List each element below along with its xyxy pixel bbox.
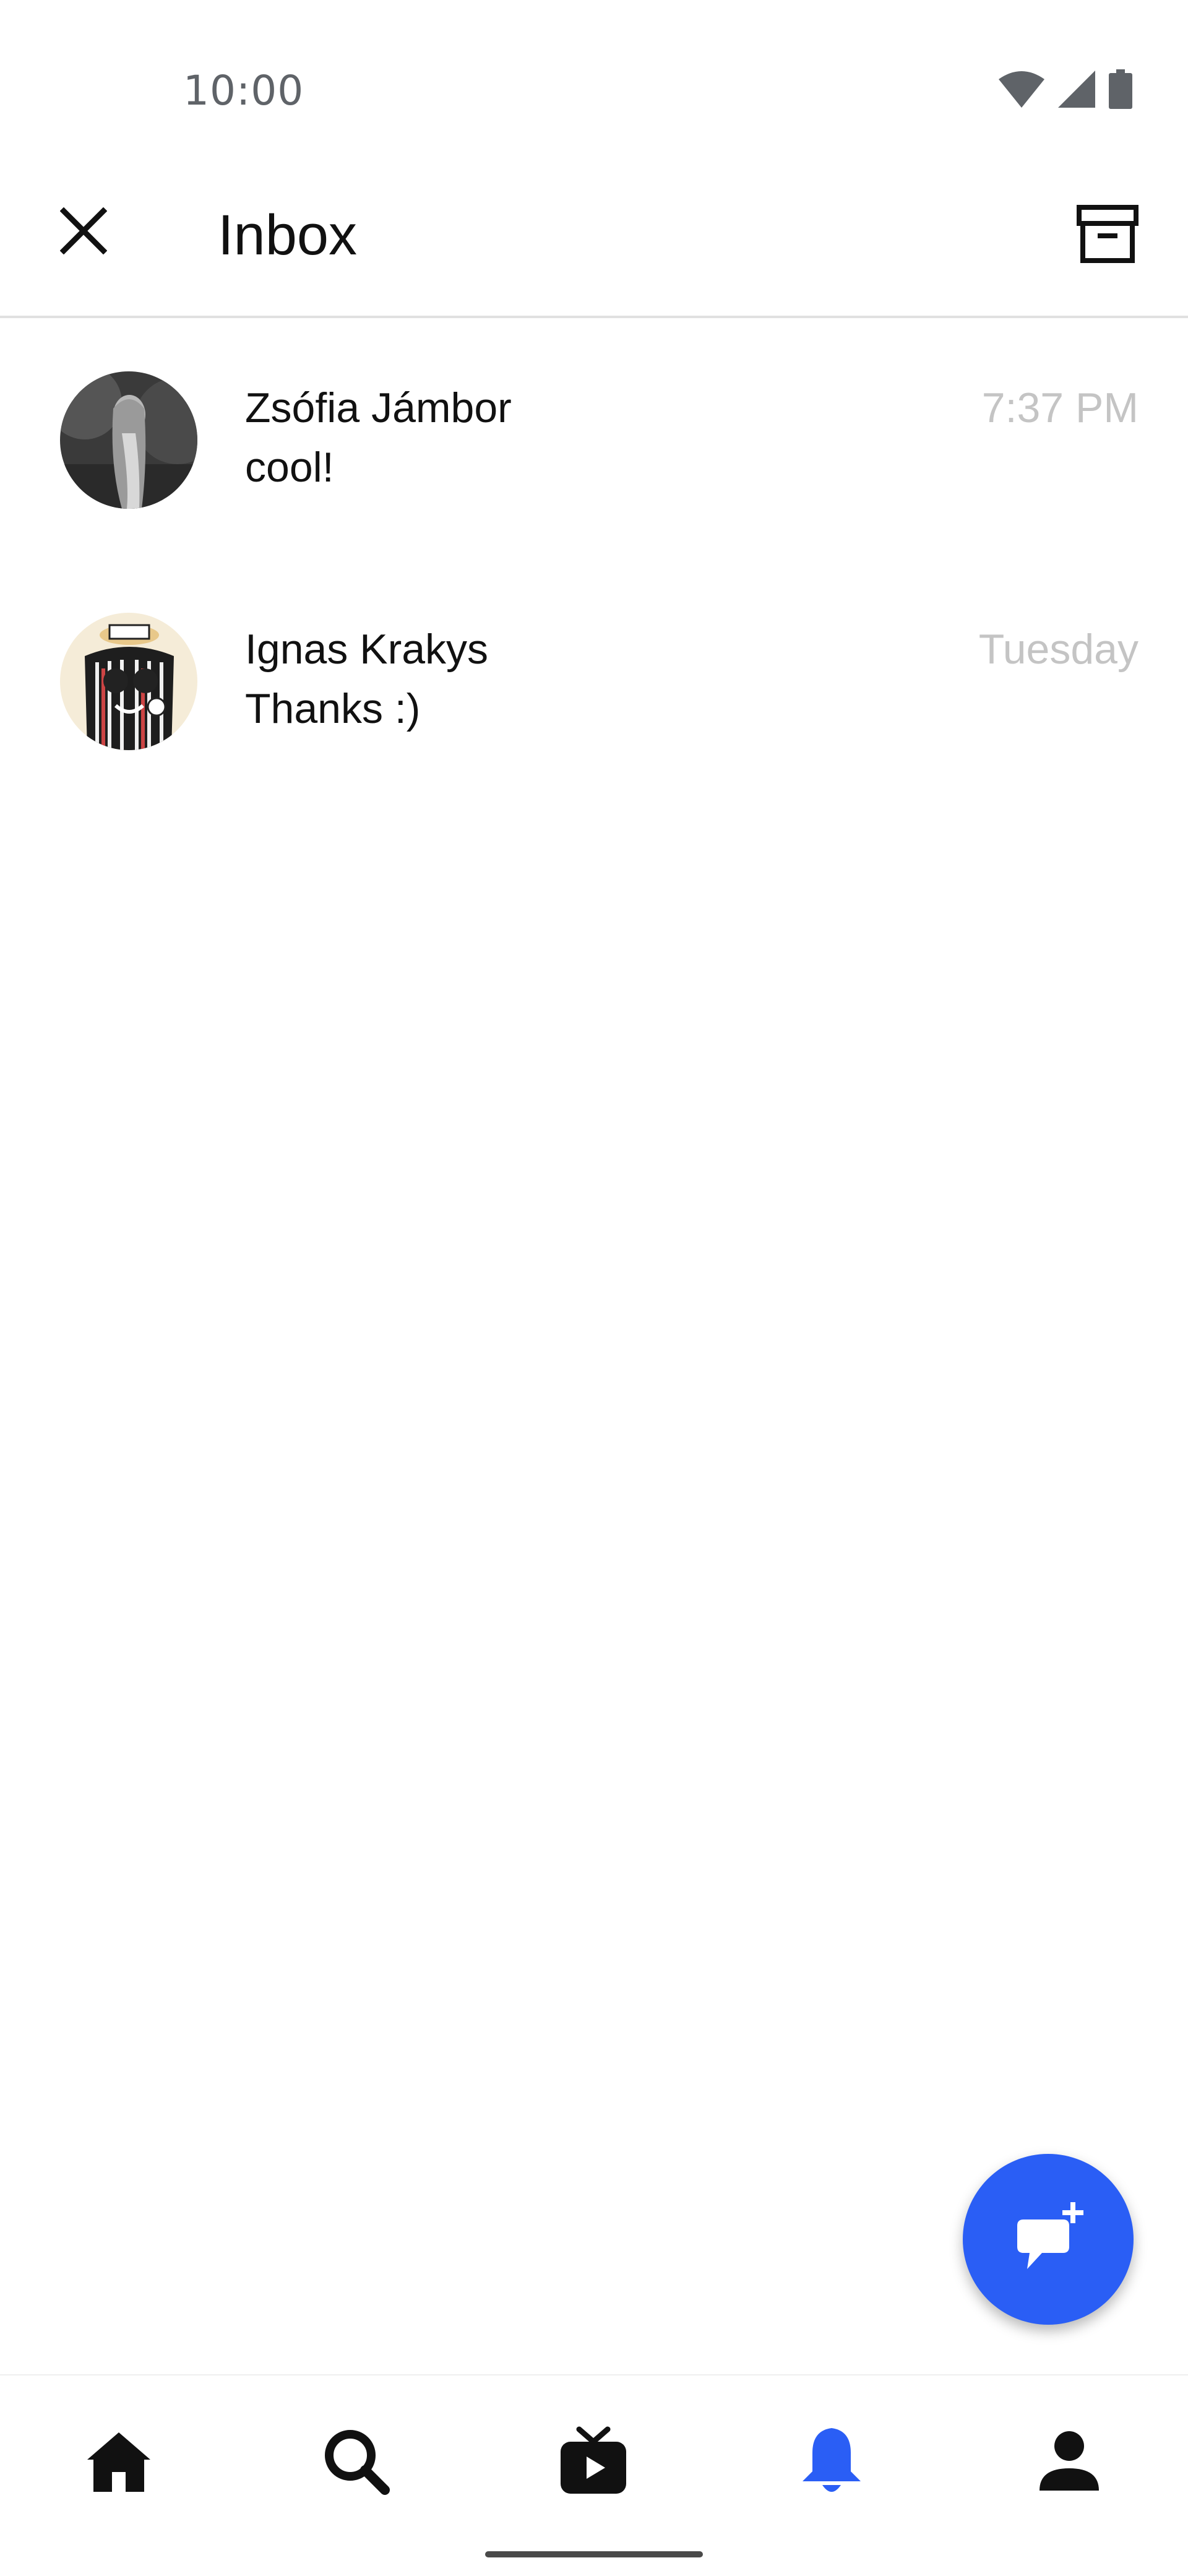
conversation-item[interactable]: Ignas Krakys Thanks :) Tuesday (0, 588, 1188, 774)
new-message-icon (1011, 2201, 1085, 2278)
new-message-button[interactable] (963, 2154, 1134, 2325)
conversation-name: Ignas Krakys (245, 626, 489, 673)
bottom-nav (0, 2374, 1188, 2576)
search-icon (322, 2427, 390, 2498)
nav-search[interactable] (312, 2419, 399, 2505)
archive-button[interactable] (1070, 198, 1145, 272)
status-icons (999, 69, 1132, 112)
avatar (60, 371, 197, 509)
avatar (60, 613, 197, 750)
archive-icon (1077, 204, 1138, 266)
conversation-item[interactable]: Zsófia Jámbor cool! 7:37 PM (0, 347, 1188, 532)
conversation-message: Thanks :) (245, 685, 421, 732)
status-bar: 10:00 (0, 0, 1188, 149)
wifi-icon (999, 71, 1044, 111)
home-icon (85, 2430, 153, 2495)
profile-icon (1037, 2429, 1101, 2496)
conversation-message: cool! (245, 444, 334, 491)
battery-icon (1109, 69, 1132, 112)
close-icon (59, 207, 108, 257)
cellular-signal-icon (1058, 71, 1095, 111)
gesture-bar[interactable] (485, 2551, 703, 2557)
nav-home[interactable] (75, 2419, 162, 2505)
page-title: Inbox (218, 204, 358, 267)
conversation-time: Tuesday (978, 626, 1138, 673)
status-time: 10:00 (183, 67, 304, 115)
nav-notifications[interactable] (788, 2419, 875, 2505)
close-button[interactable] (50, 198, 118, 266)
bell-icon (799, 2424, 864, 2500)
tv-icon (558, 2426, 629, 2499)
conversation-time: 7:37 PM (981, 384, 1138, 431)
nav-profile[interactable] (1026, 2419, 1113, 2505)
conversation-name: Zsófia Jámbor (245, 384, 512, 431)
nav-tv[interactable] (550, 2419, 637, 2505)
app-bar: Inbox (0, 149, 1188, 318)
